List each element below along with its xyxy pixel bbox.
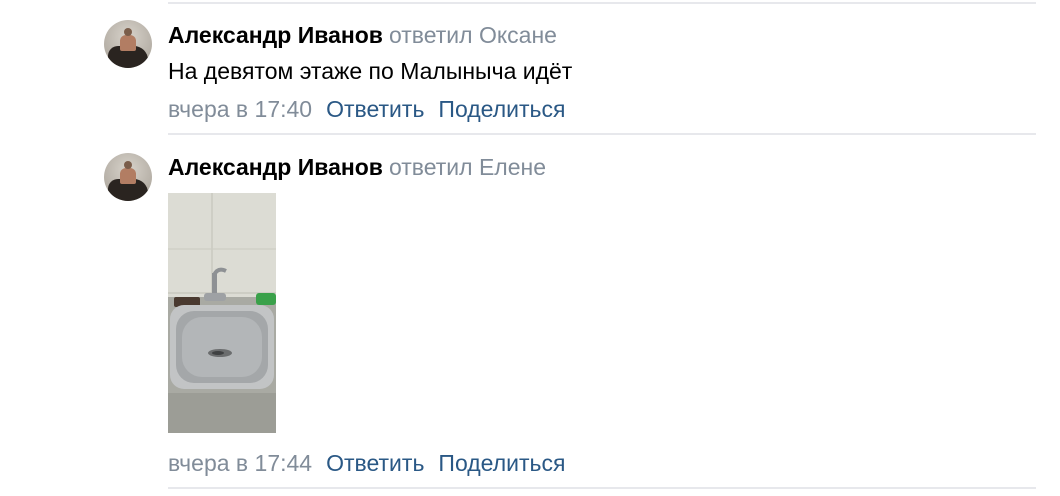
comment-header: Александр Иванов ответил Елене <box>168 152 546 182</box>
comment-time[interactable]: вчера в 17:44 <box>168 450 312 476</box>
share-button[interactable]: Поделиться <box>438 450 565 476</box>
sink-photo-icon <box>168 193 276 433</box>
author-name[interactable]: Александр Иванов <box>168 154 383 180</box>
comment: Александр Иванов ответил Елене вчера в 1… <box>0 134 1060 488</box>
comment: Александр Иванов ответил Оксане На девято… <box>0 0 1060 134</box>
comment-footer: вчера в 17:44 Ответить Поделиться <box>168 448 565 478</box>
comment-header: Александр Иванов ответил Оксане <box>168 20 557 50</box>
reply-button[interactable]: Ответить <box>326 96 424 122</box>
comment-time[interactable]: вчера в 17:40 <box>168 96 312 122</box>
share-button[interactable]: Поделиться <box>438 96 565 122</box>
author-name[interactable]: Александр Иванов <box>168 22 383 48</box>
comment-footer: вчера в 17:40 Ответить Поделиться <box>168 94 565 124</box>
comments-thread: Александр Иванов ответил Оксане На девято… <box>0 0 1060 496</box>
divider <box>168 487 1036 489</box>
photo-attachment[interactable] <box>168 193 276 433</box>
reply-button[interactable]: Ответить <box>326 450 424 476</box>
reply-to-label[interactable]: ответил Оксане <box>389 22 557 48</box>
avatar[interactable] <box>104 153 152 201</box>
reply-to-label[interactable]: ответил Елене <box>389 154 546 180</box>
comment-text: На девятом этаже по Малыныча идёт <box>168 58 573 84</box>
avatar[interactable] <box>104 20 152 68</box>
